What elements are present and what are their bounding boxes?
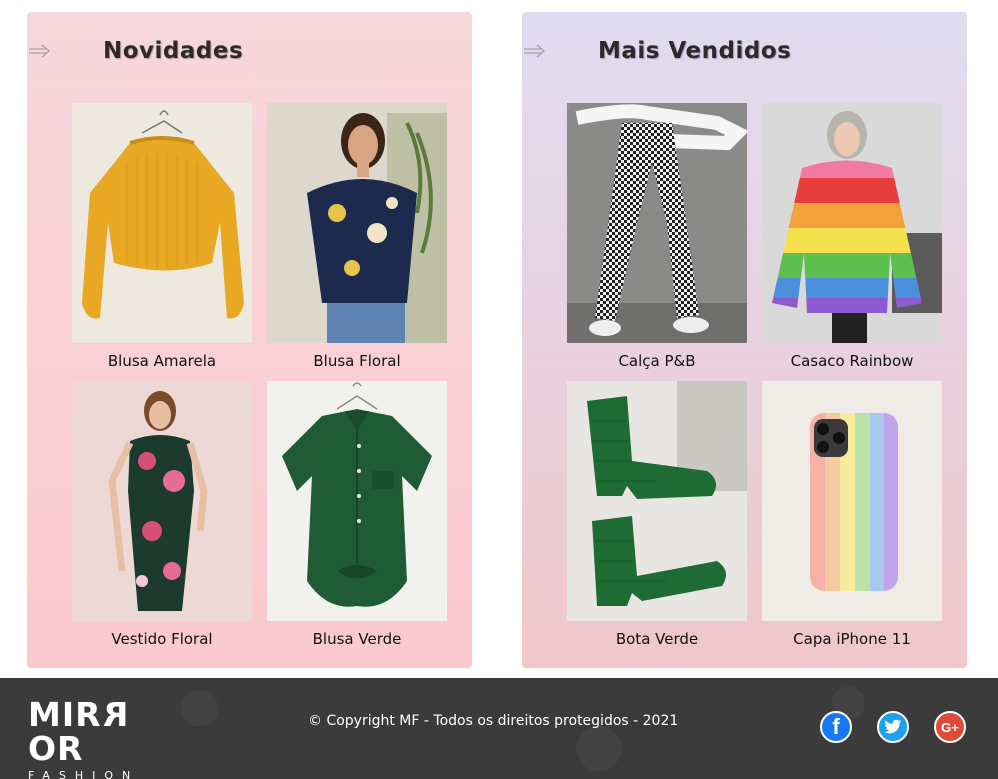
section-title: Mais Vendidos	[598, 38, 792, 64]
twitter-bird-icon	[884, 719, 902, 734]
mais-vendidos-header: Mais Vendidos	[522, 38, 967, 68]
product-card[interactable]: Blusa Floral	[267, 103, 447, 370]
product-name: Bota Verde	[615, 630, 699, 648]
double-arrow-icon	[524, 44, 545, 58]
copyright-text: © Copyright MF - Todos os direitos prote…	[308, 713, 679, 729]
product-name: Blusa Amarela	[107, 352, 217, 370]
twitter-icon[interactable]	[877, 711, 909, 743]
site-footer: MIRROR FASHION © Copyright MF - Todos os…	[0, 678, 998, 779]
logo-wordmark: MIRROR	[28, 695, 128, 768]
google-plus-icon[interactable]: G+	[934, 711, 966, 743]
product-image-checkered-pants	[567, 103, 747, 343]
product-card[interactable]: Vestido Floral	[72, 381, 252, 648]
product-card[interactable]: Blusa Amarela	[72, 103, 252, 370]
mais-vendidos-panel: Mais Vendidos Calça P&B Casaco Rainbow B…	[522, 12, 967, 668]
product-name: Casaco Rainbow	[790, 352, 914, 370]
section-title: Novidades	[103, 38, 244, 64]
product-card[interactable]: Capa iPhone 11	[762, 381, 942, 648]
product-image-yellow-sweater	[72, 103, 252, 343]
product-image-rainbow-cardigan	[762, 103, 942, 343]
product-name: Blusa Verde	[312, 630, 402, 648]
product-card[interactable]: Bota Verde	[567, 381, 747, 648]
product-name: Capa iPhone 11	[793, 630, 911, 648]
product-image-green-blouse	[267, 381, 447, 621]
mirror-fashion-logo[interactable]: MIRROR FASHION	[28, 695, 170, 779]
product-name: Blusa Floral	[313, 352, 401, 370]
product-card[interactable]: Calça P&B	[567, 103, 747, 370]
product-name: Calça P&B	[618, 352, 696, 370]
product-name: Vestido Floral	[111, 630, 213, 648]
double-arrow-icon	[29, 44, 50, 58]
product-card[interactable]: Casaco Rainbow	[762, 103, 942, 370]
novidades-header: Novidades	[27, 38, 472, 68]
product-image-floral-dress	[72, 381, 252, 621]
facebook-icon[interactable]: f	[820, 711, 852, 743]
product-image-floral-blouse	[267, 103, 447, 343]
product-card[interactable]: Blusa Verde	[267, 381, 447, 648]
product-image-green-boots	[567, 381, 747, 621]
logo-subtitle: FASHION	[28, 769, 140, 779]
novidades-panel: Novidades Blusa Amarela Blusa Floral Ves…	[27, 12, 472, 668]
product-image-rainbow-iphone-case	[762, 381, 942, 621]
